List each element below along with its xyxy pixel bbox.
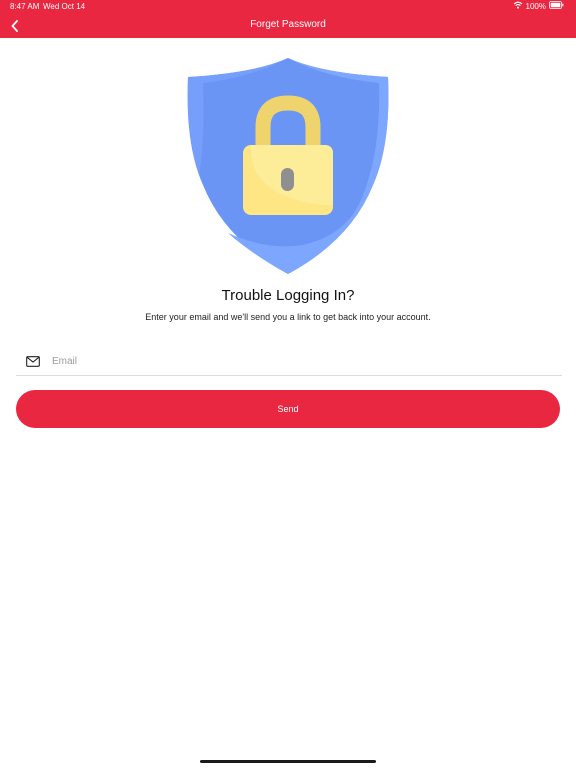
battery-percent: 100% — [525, 1, 546, 11]
home-indicator — [200, 760, 376, 763]
nav-bar: Forget Password — [0, 14, 576, 38]
headline: Trouble Logging In? — [221, 287, 355, 304]
shield-lock-icon — [187, 58, 389, 274]
page-title: Forget Password — [250, 19, 326, 30]
status-date: Wed Oct 14 — [43, 2, 86, 11]
subtext: Enter your email and we'll send you a li… — [145, 312, 431, 322]
send-button[interactable]: Send — [16, 390, 560, 428]
wifi-icon — [513, 1, 523, 11]
battery-icon — [549, 1, 564, 11]
status-time: 8:47 AM — [10, 2, 40, 11]
status-right: 100% — [513, 1, 564, 11]
header: 8:47 AM Wed Oct 14 100% Forget Password — [0, 0, 576, 38]
shield-lock-illustration — [183, 55, 393, 277]
email-row — [16, 346, 562, 376]
status-bar: 8:47 AM Wed Oct 14 100% — [0, 0, 576, 14]
email-field[interactable] — [52, 350, 552, 372]
mail-icon — [26, 354, 40, 367]
